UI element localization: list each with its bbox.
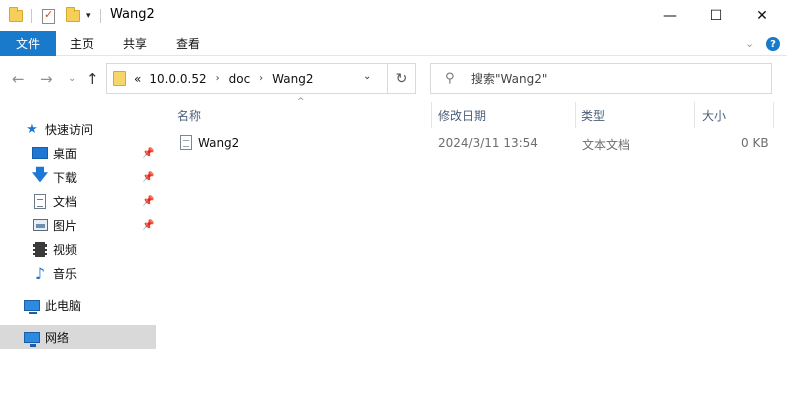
up-button[interactable]: ↑ [86,70,99,88]
sidebar-item-label: 此电脑 [45,298,82,313]
breadcrumb-separator[interactable]: › [216,73,220,84]
breadcrumb-item[interactable]: doc [229,72,251,86]
sidebar-item-label: 图片 [53,218,78,233]
search-icon: ⚲ [445,71,455,86]
sidebar-item-downloads[interactable]: 🡇 下载 📌 [0,165,156,189]
title-bar: ▾ Wang2 — ☐ ✕ [0,0,787,31]
tab-share[interactable]: 共享 [123,31,147,56]
breadcrumb-separator[interactable]: › [259,73,263,84]
properties-icon[interactable] [42,7,55,25]
pin-icon: 📌 [142,171,155,183]
tab-view[interactable]: 查看 [176,31,200,56]
folder-icon [9,7,23,25]
sidebar-item-label: 网络 [45,330,70,345]
column-header-name[interactable]: 名称 [177,102,201,128]
back-button[interactable]: ← [12,70,25,88]
navigation-pane: ★ 快速访问 桌面 📌 🡇 下载 📌 文档 📌 图片 📌 视频 ♪ 音乐 此电脑… [0,102,156,416]
sidebar-item-documents[interactable]: 文档 📌 [0,189,156,213]
videos-icon [32,241,48,257]
breadcrumb-item[interactable]: 10.0.0.52 [149,72,206,86]
desktop-icon [32,145,48,161]
column-divider[interactable] [431,102,432,128]
divider [31,9,32,23]
download-icon: 🡇 [31,164,49,184]
network-icon [24,329,40,347]
file-size: 0 KB [741,136,769,150]
minimize-button[interactable]: — [647,0,693,31]
sort-ascending-icon: ^ [297,97,305,107]
pin-icon: 📌 [142,147,155,159]
sidebar-item-this-pc[interactable]: 此电脑 [0,293,156,317]
forward-button[interactable]: → [40,70,53,88]
tab-file[interactable]: 文件 [0,31,56,56]
pictures-icon [32,217,48,233]
music-icon: ♪ [34,263,46,283]
customize-quick-access-button[interactable]: ▾ [86,7,91,25]
column-divider[interactable] [575,102,576,128]
pin-icon: 📌 [142,219,155,231]
window-title: Wang2 [110,7,155,22]
breadcrumb-overflow[interactable]: « [134,72,141,86]
column-divider[interactable] [773,102,774,128]
divider [100,9,101,23]
file-list: ^ 名称 修改日期 类型 大小 Wang2 2024/3/11 13:54 文本… [156,97,787,416]
search-input[interactable] [471,69,761,89]
ribbon: 文件 主页 共享 查看 ⌄ ? [0,31,787,56]
sidebar-item-label: 视频 [53,242,78,257]
file-name: Wang2 [198,136,240,150]
documents-icon [32,193,48,209]
sidebar-item-label: 文档 [53,194,78,209]
computer-icon [24,297,40,314]
star-icon: ★ [26,121,38,137]
address-history-button[interactable]: ⌄ [363,71,371,82]
search-box[interactable]: ⚲ [430,63,772,94]
pin-icon: 📌 [142,195,155,207]
column-header-type[interactable]: 类型 [581,102,605,128]
sidebar-item-network[interactable]: 网络 [0,325,156,349]
address-bar[interactable]: « 10.0.0.52 › doc › Wang2 [106,63,388,94]
tab-home[interactable]: 主页 [70,31,94,56]
folder-icon [113,71,126,86]
column-header-modified[interactable]: 修改日期 [438,102,486,128]
sidebar-item-music[interactable]: ♪ 音乐 [0,261,156,285]
recent-locations-button[interactable]: ⌄ [68,73,76,84]
file-type: 文本文档 [582,138,631,152]
maximize-button[interactable]: ☐ [693,0,739,31]
sidebar-item-quick-access[interactable]: ★ 快速访问 [0,117,156,141]
file-modified: 2024/3/11 13:54 [438,136,538,150]
expand-ribbon-icon[interactable]: ⌄ [745,37,754,50]
text-file-icon [180,135,192,150]
close-button[interactable]: ✕ [739,0,785,31]
sidebar-item-videos[interactable]: 视频 [0,237,156,261]
sidebar-item-label: 桌面 [53,146,78,161]
sidebar-item-label: 快速访问 [45,122,94,137]
sidebar-item-desktop[interactable]: 桌面 📌 [0,141,156,165]
refresh-button[interactable]: ↻ [388,63,416,94]
breadcrumb-item[interactable]: Wang2 [272,72,313,86]
column-header-size[interactable]: 大小 [702,102,726,128]
new-folder-icon[interactable] [66,7,80,25]
sidebar-item-label: 音乐 [53,266,78,281]
sidebar-item-pictures[interactable]: 图片 📌 [0,213,156,237]
file-row[interactable]: Wang2 2024/3/11 13:54 文本文档 0 KB [172,132,772,156]
sidebar-item-label: 下载 [53,170,78,185]
help-icon[interactable]: ? [766,37,780,51]
column-divider[interactable] [694,102,695,128]
